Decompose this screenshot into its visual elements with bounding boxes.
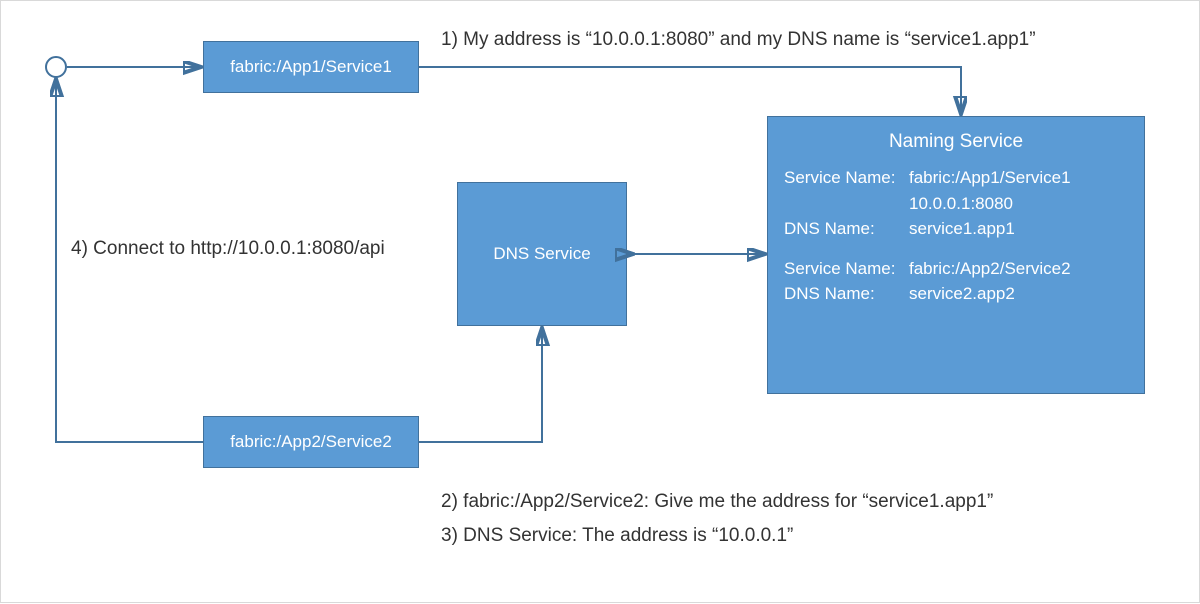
node-naming-service: Naming Service Service Name: fabric:/App…	[767, 116, 1145, 394]
entry1-dns-val: service1.app1	[909, 216, 1128, 242]
node-service2: fabric:/App2/Service2	[203, 416, 419, 468]
node-dns-label: DNS Service	[493, 244, 590, 264]
node-service1: fabric:/App1/Service1	[203, 41, 419, 93]
entry1-dns-key: DNS Name:	[784, 216, 909, 242]
entry2-dns-val: service2.app2	[909, 281, 1128, 307]
label-step1: 1) My address is “10.0.0.1:8080” and my …	[441, 29, 1036, 51]
label-step4: 4) Connect to http://10.0.0.1:8080/api	[71, 238, 385, 260]
node-service1-label: fabric:/App1/Service1	[230, 57, 392, 77]
conn-service2-circle	[56, 81, 203, 442]
entry1-servicename-key: Service Name:	[784, 165, 909, 191]
entry1-address-key	[784, 191, 909, 217]
conn-service2-dns	[419, 330, 542, 442]
start-node-circle	[45, 56, 67, 78]
node-service2-label: fabric:/App2/Service2	[230, 432, 392, 452]
node-dns-service: DNS Service	[457, 182, 627, 326]
conn-service1-naming	[419, 67, 961, 112]
entry2-dns-key: DNS Name:	[784, 281, 909, 307]
diagram-canvas: fabric:/App1/Service1 fabric:/App2/Servi…	[0, 0, 1200, 603]
naming-title: Naming Service	[784, 131, 1128, 153]
entry2-servicename-val: fabric:/App2/Service2	[909, 256, 1128, 282]
entry1-address-val: 10.0.0.1:8080	[909, 191, 1128, 217]
label-step2: 2) fabric:/App2/Service2: Give me the ad…	[441, 491, 993, 513]
entry2-servicename-key: Service Name:	[784, 256, 909, 282]
entry1-servicename-val: fabric:/App1/Service1	[909, 165, 1128, 191]
label-step3: 3) DNS Service: The address is “10.0.0.1…	[441, 525, 793, 547]
